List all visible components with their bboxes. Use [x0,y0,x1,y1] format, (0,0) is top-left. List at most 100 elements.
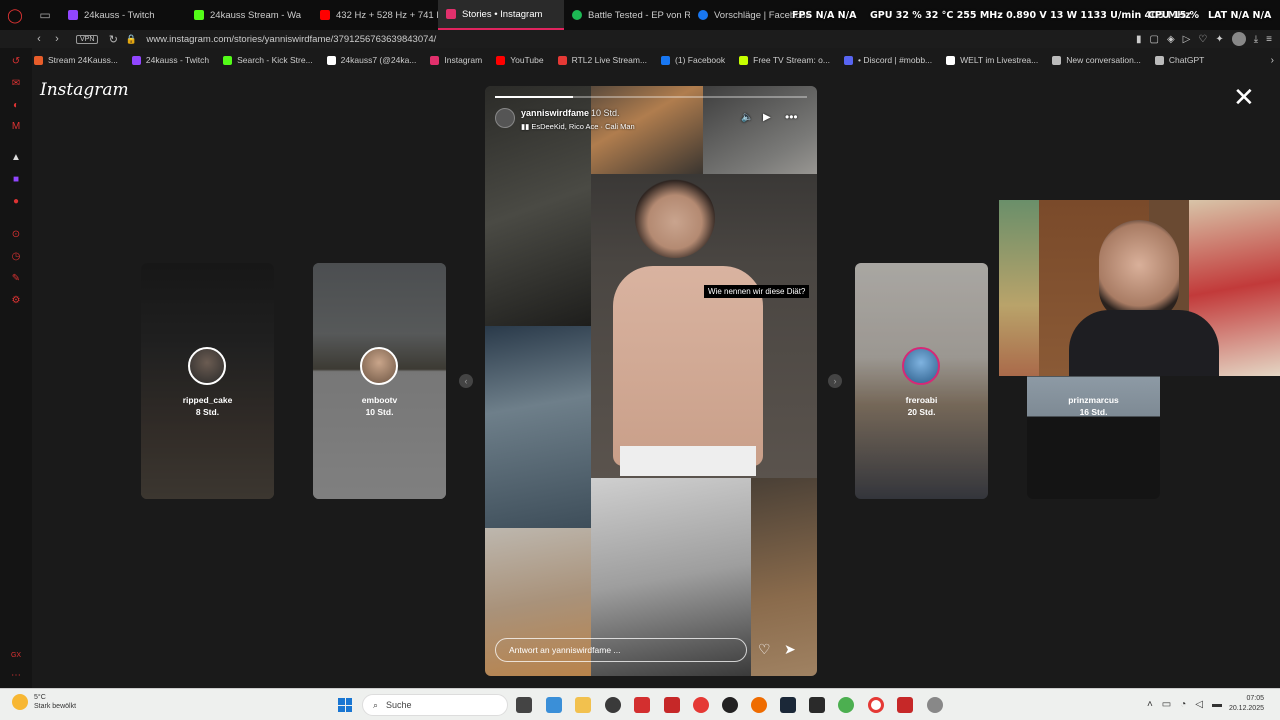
youtube-sidebar-icon[interactable]: ● [10,196,22,208]
close-icon[interactable]: ✕ [1233,84,1255,110]
clock-icon[interactable]: ◷ [10,251,22,263]
task-view-icon[interactable] [516,697,532,713]
profile-avatar[interactable] [1231,32,1246,46]
forward-icon[interactable]: › [48,33,66,45]
story-photo [620,446,756,476]
more-options-icon[interactable]: ••• [785,110,798,124]
story-avatar[interactable] [495,108,515,128]
bookmark-item[interactable]: YouTube [496,55,544,65]
bookmark-item[interactable]: Free TV Stream: o... [739,55,830,65]
bookmark-item[interactable]: Stream 24Kauss... [34,55,118,65]
volume-icon[interactable]: ◁ [1195,699,1203,710]
bookmark-page-icon[interactable]: ▮ [1136,34,1142,45]
network-icon[interactable]: ▭ [1162,699,1171,710]
opera-logo-icon[interactable]: ◯ [0,0,30,30]
messenger-icon[interactable]: ✉ [10,78,22,90]
steam-icon[interactable] [780,697,796,713]
snapshot-icon[interactable]: ▢ [1150,34,1159,45]
battery-icon[interactable]: ▬ [1212,699,1222,710]
wifi-icon[interactable]: ◔ [1180,699,1186,710]
bookmark-item[interactable]: RTL2 Live Stream... [557,55,647,65]
start-button[interactable] [338,698,352,712]
webcam-person [1099,220,1179,320]
whatsapp-icon[interactable]: ◐ [10,100,22,112]
vpn-badge[interactable]: VPN [76,34,99,44]
instagram-logo[interactable]: Instagram [40,80,129,100]
mute-icon[interactable]: 🔈 [741,112,753,123]
more-icon[interactable]: ⋯ [10,670,22,682]
tray-overflow-icon[interactable]: ˄ [1147,699,1153,710]
tab-overview-icon[interactable]: ▭ [30,0,60,30]
clock[interactable]: 07:05 20.12.2025 [1229,694,1264,714]
tab-youtube[interactable]: 432 Hz + 528 Hz + 741 H [312,0,438,30]
aria-icon[interactable]: ▲ [10,152,22,164]
bookmarks-overflow-icon[interactable]: › [1271,55,1274,66]
bookmark-item[interactable]: WELT im Livestrea... [946,55,1038,65]
download-icon[interactable]: ⤓ [1254,34,1258,45]
previous-story-button[interactable]: ‹ [459,374,473,388]
next-story-button[interactable]: › [828,374,842,388]
shield-icon[interactable]: ◈ [1167,34,1175,45]
story-viewer[interactable]: yanniswirdfame 10 Std. ▮▮ EsDeeKid, Rico… [485,86,817,676]
bookmark-item[interactable]: (1) Facebook [661,55,725,65]
extensions-icon[interactable]: ✦ [1215,34,1223,45]
bookmark-item[interactable]: ChatGPT [1154,55,1204,65]
tab-twitch[interactable]: 24kauss - Twitch [60,0,186,30]
story-card-ripped-cake[interactable]: ripped_cake 8 Std. [141,263,274,499]
story-music[interactable]: ▮▮ EsDeeKid, Rico Ace · Cali Man [521,122,635,131]
red-tool-icon[interactable] [897,697,913,713]
spotify-icon [572,10,582,20]
mouse-app-icon[interactable] [605,697,621,713]
red-app-icon[interactable] [634,697,650,713]
play-pause-icon[interactable]: ▶ [763,112,771,123]
reload-icon[interactable]: ↻ [104,33,122,46]
lock-icon: 🔒 [125,33,138,44]
pinboard-icon[interactable]: ✎ [10,273,22,285]
back-icon[interactable]: ‹ [30,33,48,45]
menu-icon[interactable]: ≡ [1266,34,1272,45]
bookmark-item[interactable]: 24kauss7 (@24ka... [326,55,416,65]
record-app-icon[interactable] [693,697,709,713]
story-photo [635,178,715,258]
kick-icon [194,10,204,20]
mail-icon[interactable]: M [10,121,22,133]
bookmark-item[interactable]: New conversation... [1052,55,1141,65]
tab-instagram-stories[interactable]: Stories • Instagram [438,0,564,30]
system-tray: ˄ ▭ ◔ ◁ ▬ [1147,699,1222,710]
epic-games-icon[interactable] [809,697,825,713]
file-explorer-icon[interactable] [575,697,591,713]
story-card-embootv[interactable]: embootv 10 Std. [313,263,446,499]
story-caption: Wie nennen wir diese Diät? [704,285,810,298]
calculator-icon[interactable] [546,697,562,713]
history-icon[interactable]: ↺ [10,56,22,68]
like-icon[interactable]: ♡ [758,641,771,658]
orange-app-icon[interactable] [751,697,767,713]
tab-spotify[interactable]: Battle Tested - EP von Ro [564,0,690,30]
twitch-sidebar-icon[interactable]: ■ [10,174,22,186]
game-app-icon[interactable] [664,697,680,713]
chrome-icon[interactable] [838,697,854,713]
url-field[interactable]: www.instagram.com/stories/yanniswirdfame… [146,34,436,45]
obs-icon[interactable] [722,697,738,713]
story-username[interactable]: yanniswirdfame [521,108,589,118]
bookmark-item[interactable]: • Discord | #mobb... [843,55,932,65]
player-icon[interactable]: ⊙ [10,229,22,241]
play-icon[interactable]: ▷ [1183,34,1191,45]
bookmark-item[interactable]: 24kauss - Twitch [131,55,209,65]
opera-gx-icon[interactable] [868,697,884,713]
avatar [360,347,398,385]
taskbar-search[interactable]: ⌕ Suche [362,694,508,716]
reply-input[interactable]: Antwort an yanniswirdfame ... [495,638,747,662]
gx-icon[interactable]: GX [10,650,22,662]
tab-kick[interactable]: 24kauss Stream - Wa [186,0,312,30]
weather-widget[interactable]: 5°C Stark bewölkt [12,693,76,711]
settings-app-icon[interactable] [927,697,943,713]
heart-icon[interactable]: ♡ [1198,34,1207,45]
share-icon[interactable]: ➤ [784,641,796,658]
music-icon: ▮▮ [521,122,532,131]
story-card-freroabi[interactable]: freroabi 20 Std. [855,263,988,499]
bookmark-item[interactable]: Search - Kick Stre... [223,55,313,65]
bookmark-item[interactable]: Instagram [430,55,482,65]
bookmark-favicon-icon [131,55,141,65]
settings-icon[interactable]: ⚙ [10,295,22,307]
